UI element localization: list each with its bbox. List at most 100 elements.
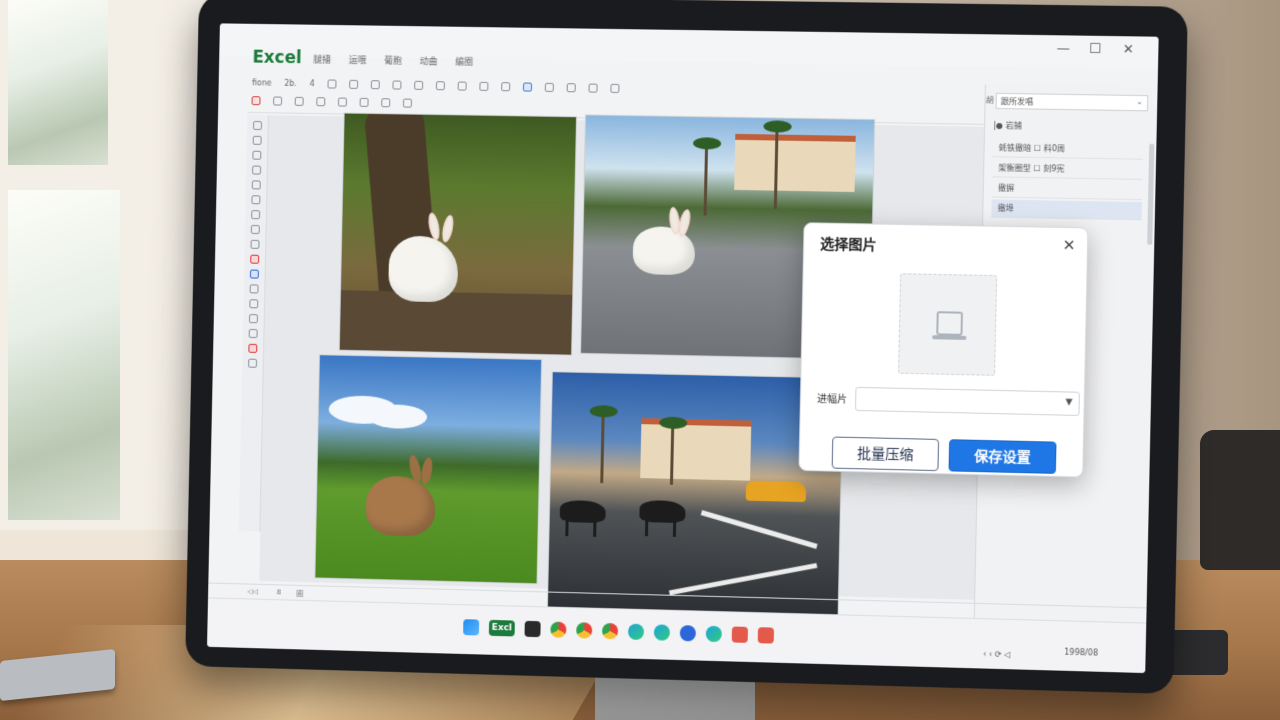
- line-tool-icon[interactable]: [251, 210, 261, 220]
- window-pane: [8, 0, 108, 165]
- white-rabbit: [632, 206, 696, 276]
- zoom-tool-icon[interactable]: [248, 328, 258, 339]
- paste-icon[interactable]: [273, 96, 283, 106]
- panel-item[interactable]: 架衡圈型 ☐ 刻9宪: [992, 159, 1143, 180]
- panel-section-header[interactable]: |● 岩捕: [993, 120, 1146, 139]
- italic-icon[interactable]: [348, 79, 358, 89]
- cut-icon[interactable]: [316, 96, 326, 106]
- select-picture-dialog: 选择图片 ✕ 进幅片 ▼ 批量压缩 保存设置: [798, 222, 1089, 478]
- crop-tool-icon[interactable]: [252, 150, 262, 160]
- browser-icon[interactable]: [679, 625, 697, 642]
- hand-tool-icon[interactable]: [248, 314, 258, 324]
- swatch-icon[interactable]: [248, 343, 258, 353]
- wrap-icon[interactable]: [500, 81, 511, 91]
- chair: [1200, 430, 1280, 570]
- move-tool-icon[interactable]: [252, 135, 262, 145]
- cat-leg: [672, 518, 677, 537]
- select-tool-icon[interactable]: [252, 120, 262, 131]
- minimize-button[interactable]: —: [1057, 41, 1071, 56]
- shape-icon[interactable]: [610, 83, 620, 93]
- sheet-tab[interactable]: 8: [277, 588, 282, 596]
- app-icon[interactable]: [757, 627, 775, 644]
- menu-item[interactable]: 动曲: [420, 54, 438, 67]
- maximize-button[interactable]: ☐: [1089, 42, 1101, 57]
- image-placeholder-icon: [936, 311, 963, 336]
- menu-item[interactable]: 葡胞: [384, 54, 402, 67]
- close-icon[interactable]: ✕: [1062, 236, 1075, 254]
- image-preview[interactable]: [898, 273, 998, 376]
- edge-icon[interactable]: [627, 623, 645, 641]
- menu-item[interactable]: 编圈: [455, 55, 473, 68]
- batch-compress-button[interactable]: 批量压缩: [831, 436, 940, 472]
- font-size-label[interactable]: 2b.: [284, 78, 297, 87]
- insert-icon[interactable]: [381, 97, 391, 107]
- road-line: [668, 562, 818, 596]
- bold-icon[interactable]: [327, 79, 337, 89]
- font-color-icon[interactable]: [251, 95, 261, 105]
- clock[interactable]: 1998/08: [1064, 648, 1098, 658]
- sort-icon[interactable]: [544, 82, 554, 92]
- font-name-label[interactable]: fione: [252, 78, 272, 87]
- blur-tool-icon[interactable]: [249, 284, 259, 294]
- align-icon[interactable]: [392, 80, 402, 90]
- underline-icon[interactable]: [370, 79, 380, 89]
- window-frame: [0, 0, 215, 560]
- color-tool-icon[interactable]: [250, 254, 260, 264]
- panel-item[interactable]: 撤摒: [991, 179, 1143, 201]
- white-rabbit: [388, 211, 459, 303]
- brown-rabbit: [365, 453, 436, 537]
- building: [734, 133, 856, 193]
- shape-tool-icon[interactable]: [250, 224, 260, 235]
- panel-style-select[interactable]: 跟所发唱 ⌄: [995, 92, 1149, 112]
- filter-icon[interactable]: [566, 82, 576, 92]
- edge-icon[interactable]: [653, 624, 671, 641]
- delete-icon[interactable]: [402, 98, 412, 108]
- image-select[interactable]: ▼: [854, 386, 1080, 416]
- undo-icon[interactable]: [337, 97, 347, 107]
- cat-leg: [593, 518, 597, 537]
- system-tray[interactable]: ‹ ‹ ⟳ ◁: [983, 649, 1010, 659]
- stamp-tool-icon[interactable]: [249, 299, 259, 309]
- chart-icon[interactable]: [522, 82, 532, 92]
- menu-bar: 腿播 运哦 葡胞 动曲 编圈: [313, 52, 473, 67]
- close-window-button[interactable]: ✕: [1123, 42, 1134, 57]
- photo-white-rabbit-tree[interactable]: [338, 112, 578, 356]
- text-tool-icon[interactable]: [250, 239, 260, 249]
- sheet-nav[interactable]: ◁◁: [247, 588, 258, 596]
- menu-item[interactable]: 腿播: [313, 52, 331, 65]
- app-icon[interactable]: [705, 625, 723, 643]
- image-field-label: 进幅片: [816, 394, 848, 406]
- layers-icon[interactable]: [248, 358, 258, 368]
- menu-item[interactable]: 运哦: [349, 53, 367, 66]
- sheet-tab[interactable]: 圈: [296, 589, 303, 599]
- cat-leg: [565, 518, 569, 537]
- panel-scrollbar[interactable]: [1147, 143, 1155, 245]
- format-icon[interactable]: [457, 81, 467, 91]
- chrome-icon[interactable]: [550, 621, 567, 638]
- border-icon[interactable]: [413, 80, 423, 90]
- copy-icon[interactable]: [294, 96, 304, 106]
- save-settings-button[interactable]: 保存设置: [948, 439, 1057, 474]
- merge-icon[interactable]: [479, 81, 489, 91]
- app-icon[interactable]: [731, 626, 749, 643]
- fill-icon[interactable]: [435, 80, 445, 90]
- photo-brown-rabbit-grass[interactable]: [314, 354, 543, 585]
- chrome-icon[interactable]: [601, 622, 619, 640]
- pen-tool-icon[interactable]: [251, 195, 261, 205]
- panel-item-selected[interactable]: 撤埠: [991, 199, 1142, 221]
- app-icon[interactable]: [524, 620, 541, 638]
- taskbar-icons: Excl: [463, 619, 775, 644]
- eraser-tool-icon[interactable]: [251, 180, 261, 190]
- brush-tool-icon[interactable]: [252, 165, 262, 175]
- cat-leg: [644, 518, 649, 537]
- chrome-icon[interactable]: [576, 622, 593, 639]
- redo-icon[interactable]: [359, 97, 369, 107]
- excel-taskbar-icon[interactable]: Excl: [488, 619, 515, 637]
- fill-tool-icon[interactable]: [249, 269, 259, 279]
- chevron-down-icon: ▼: [1065, 397, 1073, 408]
- rabbit-ear: [676, 208, 693, 238]
- panel-item[interactable]: 蚝铁撤暗 ☐ 料0周: [992, 139, 1144, 160]
- picture-icon[interactable]: [588, 83, 598, 93]
- font-size-value[interactable]: 4: [309, 79, 314, 88]
- start-icon[interactable]: [463, 619, 480, 636]
